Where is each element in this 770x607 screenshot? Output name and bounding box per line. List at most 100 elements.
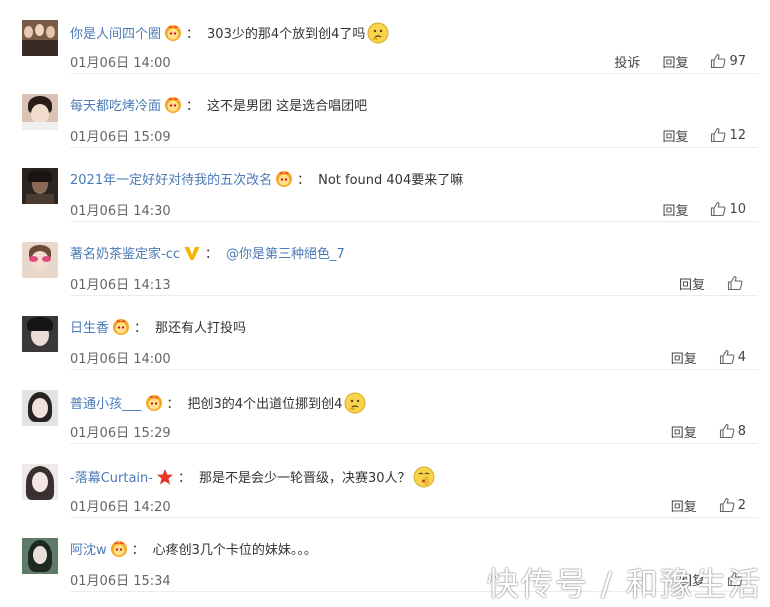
shush-emoji-icon (413, 466, 435, 488)
comment-line: 日生香 ： 那还有人打投吗 (70, 318, 750, 340)
comment-item: 著名奶茶鉴定家-cc ： @你是第三种絕色_7 01月06日 14:13 回复 (0, 222, 770, 296)
like-count: 4 (737, 349, 746, 365)
username-link[interactable]: 2021年一定好好对待我的五次改名 (70, 173, 272, 188)
reply-button[interactable]: 回复 (671, 496, 697, 515)
separator: ： (177, 471, 191, 486)
like-button[interactable]: 10 (710, 201, 746, 217)
thinking-emoji-icon (367, 22, 389, 44)
comment-time: 01月06日 15:29 (70, 426, 171, 441)
crown-badge-icon (113, 319, 130, 335)
comment-time: 01月06日 14:00 (70, 352, 171, 367)
like-button[interactable] (727, 275, 746, 291)
like-button[interactable]: 12 (710, 127, 746, 143)
thumbs-up-icon (727, 275, 743, 291)
comment-line: 你是人间四个圈 ： 303少的那4个放到创4了吗 (70, 22, 750, 44)
like-count: 8 (737, 423, 746, 439)
comment-line: 每天都吃烤冷面 ： 这不是男团 这是选合唱团吧 (70, 96, 750, 118)
thumbs-up-icon (711, 127, 726, 143)
reply-button[interactable]: 回复 (671, 422, 697, 441)
reply-button[interactable]: 回复 (662, 126, 688, 145)
avatar[interactable] (22, 94, 58, 130)
reply-button[interactable]: 回复 (679, 274, 705, 293)
separator: ： (297, 173, 311, 188)
comment-text: 把创3的4个出道位挪到创4 (187, 397, 343, 412)
comment-text: 这不是男团 这是选合唱团吧 (207, 99, 368, 114)
like-button[interactable]: 4 (719, 349, 746, 365)
comment-line: -落幕Curtain- ： 那是不是会少一轮晋级，决赛30人？ (70, 466, 750, 488)
crown-badge-icon (276, 171, 293, 187)
comment-item: 日生香 ： 那还有人打投吗 01月06日 14:00 回复 4 (0, 296, 770, 370)
comment-line: 著名奶茶鉴定家-cc ： @你是第三种絕色_7 (70, 244, 750, 266)
comment-actions: 投诉 回复 97 (592, 51, 746, 71)
comment-item: -落幕Curtain- ： 那是不是会少一轮晋级，决赛30人？ 01月06日 14:… (0, 444, 770, 518)
username-link[interactable]: 普通小孩___ (70, 397, 142, 412)
comment-time: 01月06日 15:09 (70, 130, 171, 145)
comment-actions: 回复 8 (649, 421, 746, 441)
thumbs-up-icon (719, 497, 735, 513)
comment-line: 2021年一定好好对待我的五次改名 ： Not found 404要来了嘛 (70, 170, 750, 192)
thinking-emoji-icon (344, 392, 366, 414)
comment-actions: 回复 4 (649, 347, 746, 367)
avatar[interactable] (22, 316, 58, 352)
comment-actions: 回复 12 (640, 125, 746, 145)
comment-time: 01月06日 14:13 (70, 278, 171, 293)
like-count: 97 (729, 53, 746, 69)
avatar[interactable] (22, 390, 58, 426)
username-link[interactable]: 你是人间四个圈 (70, 27, 161, 42)
separator: ： (205, 247, 219, 262)
mention-link[interactable]: @你是第三种絕色_7 (226, 247, 345, 262)
crown-badge-icon (165, 25, 182, 41)
comment-time: 01月06日 14:20 (70, 500, 171, 515)
username-link[interactable]: -落幕Curtain- (70, 471, 153, 486)
comment-text: Not found 404要来了嘛 (318, 173, 464, 188)
like-count: 10 (729, 201, 746, 217)
watermark: 快传号 / 和豫生活 (486, 565, 762, 603)
star-badge-icon (156, 469, 173, 485)
username-link[interactable]: 著名奶茶鉴定家-cc (70, 247, 180, 262)
comment-time: 01月06日 15:34 (70, 574, 171, 589)
thumbs-up-icon (719, 349, 735, 365)
comment-text: 心疼创3几个卡位的妹妹。。。 (152, 543, 317, 558)
comment-line: 普通小孩___ ： 把创3的4个出道位挪到创4 (70, 392, 750, 414)
like-button[interactable]: 8 (719, 423, 746, 439)
comment-time: 01月06日 14:30 (70, 204, 171, 219)
username-link[interactable]: 阿沈w (70, 543, 107, 558)
avatar[interactable] (22, 168, 58, 204)
comment-item: 2021年一定好好对待我的五次改名 ： Not found 404要来了嘛 01月0… (0, 148, 770, 222)
avatar[interactable] (22, 242, 58, 278)
comment-text: 那还有人打投吗 (155, 321, 247, 336)
crown-badge-icon (165, 97, 182, 113)
reply-button[interactable]: 回复 (662, 52, 688, 71)
report-button[interactable]: 投诉 (614, 52, 640, 71)
thumbs-up-icon (711, 201, 726, 217)
avatar[interactable] (22, 538, 58, 574)
thumbs-up-icon (711, 53, 726, 69)
comment-list: 你是人间四个圈 ： 303少的那4个放到创4了吗 01月06日 14:00 投诉 回… (0, 0, 770, 592)
username-link[interactable]: 每天都吃烤冷面 (70, 99, 161, 114)
crown-badge-icon (145, 395, 162, 411)
like-button[interactable]: 97 (710, 53, 746, 69)
separator: ： (186, 27, 200, 42)
like-count: 12 (729, 127, 746, 143)
crown-badge-icon (110, 541, 127, 557)
comment-time: 01月06日 14:00 (70, 56, 171, 71)
comment-item: 普通小孩___ ： 把创3的4个出道位挪到创4 01月06日 15:29 回复 8 (0, 370, 770, 444)
separator: ： (186, 99, 200, 114)
reply-button[interactable]: 回复 (662, 200, 688, 219)
comment-text: 那是不是会少一轮晋级，决赛30人？ (198, 471, 411, 486)
separator: ： (134, 321, 148, 336)
like-button[interactable]: 2 (719, 497, 746, 513)
separator: ： (131, 543, 145, 558)
comment-item: 你是人间四个圈 ： 303少的那4个放到创4了吗 01月06日 14:00 投诉 回… (0, 0, 770, 74)
comment-actions: 回复 (657, 273, 746, 293)
like-count: 2 (737, 497, 746, 513)
avatar[interactable] (22, 464, 58, 500)
reply-button[interactable]: 回复 (671, 348, 697, 367)
thumbs-up-icon (719, 423, 735, 439)
avatar[interactable] (22, 20, 58, 56)
comment-text: 303少的那4个放到创4了吗 (207, 27, 366, 42)
comment-actions: 回复 2 (649, 495, 746, 515)
username-link[interactable]: 日生香 (70, 321, 109, 336)
comment-item: 每天都吃烤冷面 ： 这不是男团 这是选合唱团吧 01月06日 15:09 回复 12 (0, 74, 770, 148)
comment-actions: 回复 10 (640, 199, 746, 219)
